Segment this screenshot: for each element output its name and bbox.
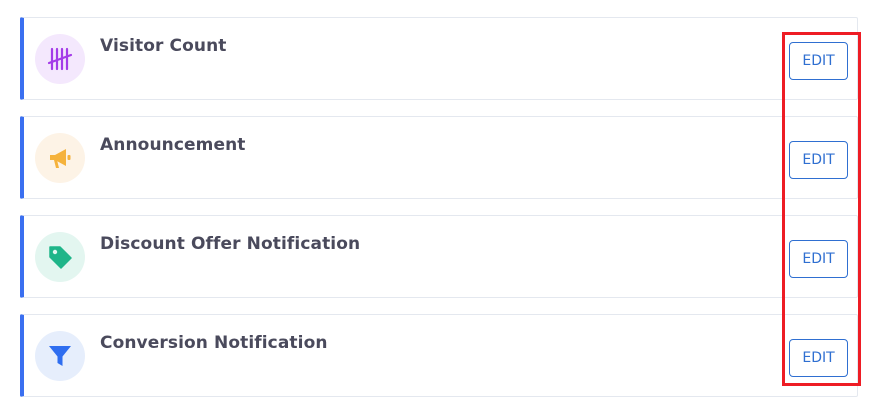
notification-card-conversion: Conversion Notification EDIT xyxy=(20,314,858,397)
notification-card-discount-offer: Discount Offer Notification EDIT xyxy=(20,215,858,298)
edit-button-announcement[interactable]: EDIT xyxy=(789,141,848,179)
discount-offer-icon-badge xyxy=(35,232,85,282)
price-tag-icon xyxy=(49,246,72,269)
notification-card-announcement: Announcement EDIT xyxy=(20,116,858,199)
card-title: Conversion Notification xyxy=(100,333,328,353)
edit-button-visitor-count[interactable]: EDIT xyxy=(789,42,848,80)
card-title: Discount Offer Notification xyxy=(100,234,361,254)
edit-button-conversion[interactable]: EDIT xyxy=(789,339,848,377)
card-title: Announcement xyxy=(100,135,246,155)
funnel-icon xyxy=(49,346,71,366)
edit-button-discount-offer[interactable]: EDIT xyxy=(789,240,848,278)
visitor-count-icon-badge xyxy=(35,34,85,84)
tally-marks-icon xyxy=(47,47,73,71)
announcement-icon-badge xyxy=(35,133,85,183)
conversion-icon-badge xyxy=(35,331,85,381)
megaphone-icon xyxy=(50,149,71,168)
card-title: Visitor Count xyxy=(100,36,227,56)
notification-card-visitor-count: Visitor Count EDIT xyxy=(20,17,858,100)
